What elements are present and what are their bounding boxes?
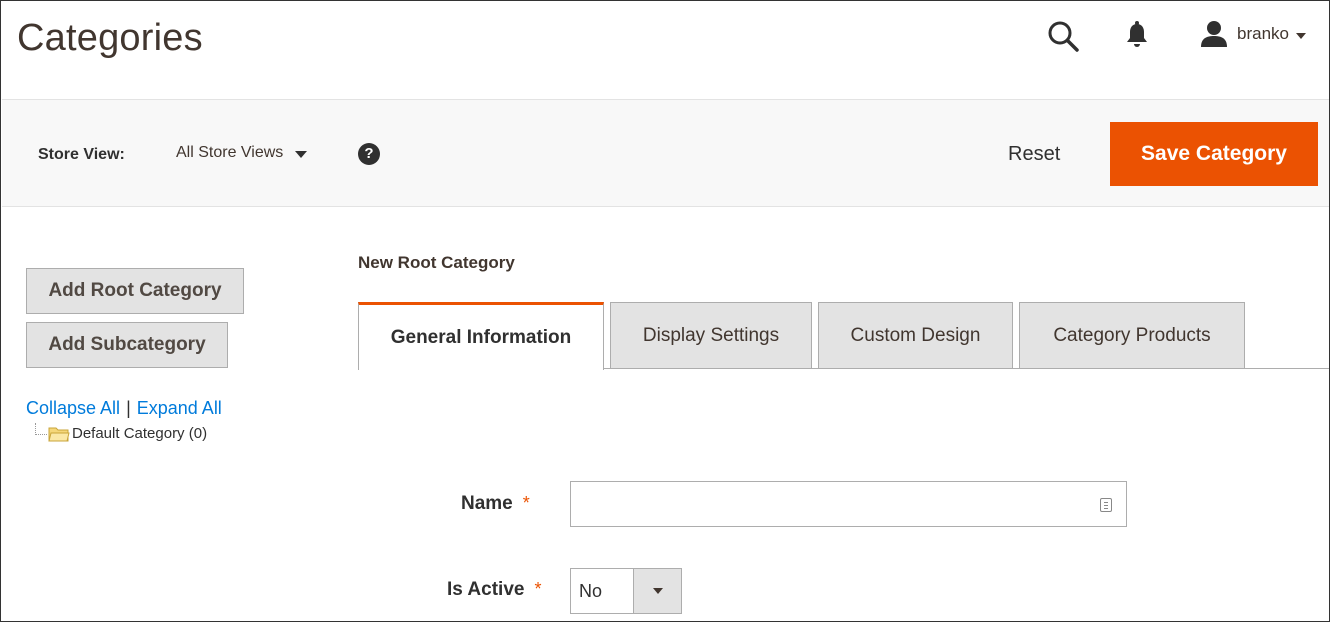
page-actions-toolbar: Store View: All Store Views ? Reset Save… xyxy=(2,99,1329,207)
save-category-button[interactable]: Save Category xyxy=(1110,122,1318,186)
is-active-field-label: Is Active * xyxy=(447,579,541,601)
required-marker: * xyxy=(534,579,542,599)
store-view-value: All Store Views xyxy=(176,144,284,161)
chevron-down-icon xyxy=(1295,32,1306,39)
tab-category-products[interactable]: Category Products xyxy=(1019,302,1245,369)
name-input[interactable] xyxy=(571,482,1126,526)
folder-icon xyxy=(48,427,70,442)
is-active-value: No xyxy=(579,581,603,601)
store-view-label: Store View: xyxy=(38,146,125,163)
tree-node-label: Default Category (0) xyxy=(72,425,208,442)
store-view-switcher[interactable]: All Store Views xyxy=(176,144,308,162)
tree-controls: Collapse All | Expand All xyxy=(26,398,222,419)
help-icon[interactable]: ? xyxy=(358,143,380,165)
tab-general-information[interactable]: General Information xyxy=(358,302,604,370)
is-active-select[interactable]: No xyxy=(570,568,682,614)
page-frame: Categories branko Store View: All Store … xyxy=(0,0,1330,622)
reset-button[interactable]: Reset xyxy=(992,138,1076,170)
tree-links-separator: | xyxy=(126,398,131,418)
user-icon xyxy=(1201,21,1227,47)
collapse-all-link[interactable]: Collapse All xyxy=(26,398,120,418)
add-root-category-button[interactable]: Add Root Category xyxy=(26,268,244,314)
add-subcategory-button[interactable]: Add Subcategory xyxy=(26,322,228,368)
search-icon[interactable] xyxy=(1046,19,1080,53)
tree-connector xyxy=(35,423,47,435)
chevron-down-icon xyxy=(295,150,308,158)
chevron-down-icon xyxy=(652,588,663,594)
user-name: branko xyxy=(1237,24,1289,43)
select-arrow xyxy=(633,569,681,613)
name-field[interactable] xyxy=(570,481,1127,527)
section-title: New Root Category xyxy=(358,253,515,272)
tab-display-settings[interactable]: Display Settings xyxy=(610,302,812,369)
name-label-text: Name xyxy=(461,493,513,514)
tree-node-default-category[interactable]: Default Category (0) xyxy=(35,423,207,443)
is-active-label-text: Is Active xyxy=(447,579,525,600)
tab-custom-design[interactable]: Custom Design xyxy=(818,302,1013,369)
field-helper-icon[interactable] xyxy=(1100,498,1112,512)
required-marker: * xyxy=(522,493,530,513)
expand-all-link[interactable]: Expand All xyxy=(137,398,222,418)
bell-icon[interactable] xyxy=(1124,21,1150,49)
user-account-menu[interactable]: branko xyxy=(1199,19,1306,49)
name-field-label: Name * xyxy=(461,493,530,515)
page-title: Categories xyxy=(17,17,203,59)
